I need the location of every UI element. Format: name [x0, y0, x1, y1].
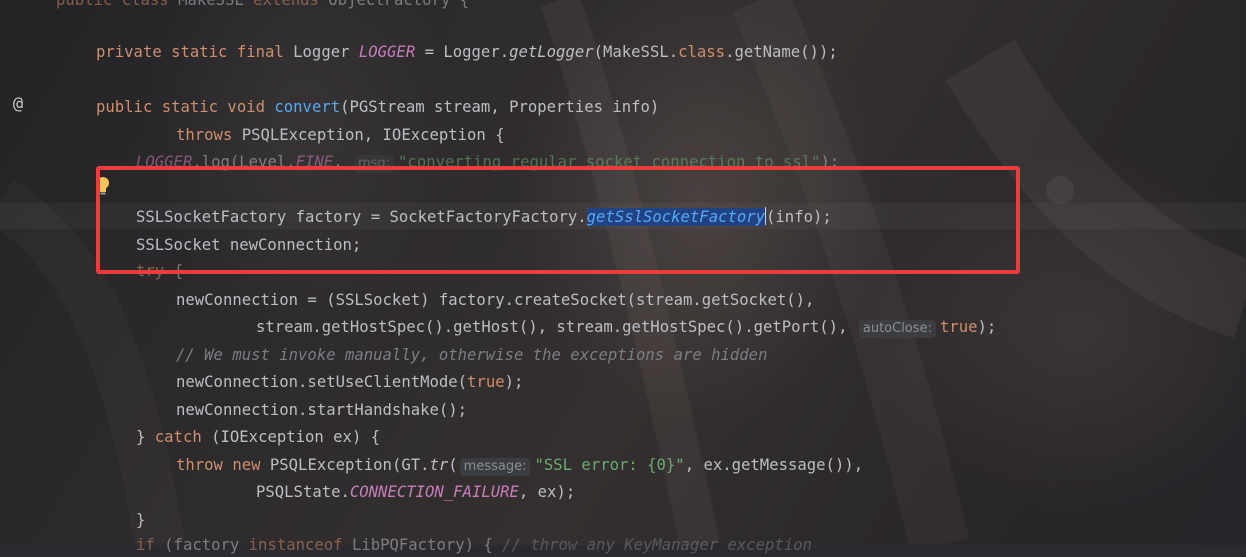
code-token: = Logger. — [415, 43, 510, 61]
parameter-hint: message: — [459, 458, 531, 476]
code-token: newConnection.startHandshake(); — [176, 401, 468, 419]
code-line[interactable]: stream.getHostSpec().getHost(), stream.g… — [256, 315, 996, 339]
code-token: stream.getHostSpec().getHost(), stream.g… — [256, 318, 857, 336]
code-token: throws — [176, 126, 242, 144]
code-token: LOGGER — [358, 43, 416, 61]
code-token: ); — [504, 373, 524, 391]
code-token: class — [678, 43, 726, 61]
code-token: PSQLException, IOException { — [241, 126, 505, 144]
code-token: } — [136, 511, 146, 529]
code-token: public static void — [96, 98, 275, 116]
code-token: throw new — [176, 456, 270, 474]
code-token: if — [136, 536, 165, 554]
code-line[interactable]: public class MakeSSL extends ObjectFacto… — [56, 0, 469, 12]
code-token: (PGStream stream, Properties info) — [340, 98, 660, 116]
code-token: private static final — [96, 43, 294, 61]
code-token: public class — [56, 0, 179, 9]
code-token: .getName()); — [725, 43, 838, 61]
code-line[interactable]: PSQLState.CONNECTION_FAILURE, ex); — [256, 480, 575, 504]
code-token: extends — [253, 0, 329, 9]
code-line[interactable]: throws PSQLException, IOException { — [176, 123, 505, 147]
code-token: ObjectFactory { — [328, 0, 470, 9]
code-line[interactable]: newConnection.startHandshake(); — [176, 398, 467, 422]
code-token: MakeSSL — [178, 0, 254, 9]
code-token: ( — [448, 456, 458, 474]
code-token: getLogger — [509, 43, 594, 61]
code-line[interactable]: } catch (IOException ex) { — [136, 425, 380, 449]
code-line[interactable]: private static final Logger LOGGER = Log… — [96, 40, 838, 64]
code-line[interactable]: newConnection.setUseClientMode(true); — [176, 370, 523, 394]
code-token: "SSL error: {0}" — [534, 456, 685, 474]
code-token: LibPQFactory) { — [351, 536, 503, 554]
code-token: , ex); — [518, 483, 576, 501]
code-line[interactable]: // We must invoke manually, otherwise th… — [176, 343, 767, 367]
code-line[interactable]: if (factory instanceof LibPQFactory) { /… — [136, 533, 812, 557]
code-line[interactable]: throw new PSQLException(GT.tr(message: "S… — [176, 453, 863, 477]
code-line[interactable]: public static void convert(PGStream stre… — [96, 95, 659, 119]
code-token: true — [467, 373, 505, 391]
code-token: newConnection = (SSLSocket) factory.crea… — [176, 291, 815, 309]
code-token: PSQLException(GT. — [269, 456, 430, 474]
code-token: (factory — [164, 536, 249, 554]
code-line[interactable]: newConnection = (SSLSocket) factory.crea… — [176, 288, 814, 312]
code-token: CONNECTION_FAILURE — [349, 483, 519, 501]
code-token: } — [136, 428, 155, 446]
code-token: , ex.getMessage()), — [684, 456, 864, 474]
code-token: true — [939, 318, 978, 336]
code-token: convert — [274, 98, 341, 116]
code-token: (IOException ex) { — [211, 428, 381, 446]
code-token: Logger — [293, 43, 359, 61]
code-token: tr — [429, 456, 449, 474]
code-token: instanceof — [248, 536, 352, 554]
annotation-highlight-box — [96, 166, 1020, 274]
code-token: // throw any KeyManager exception — [502, 536, 812, 554]
code-token: ); — [977, 318, 997, 336]
code-line[interactable]: } — [136, 508, 145, 532]
code-token: PSQLState. — [256, 483, 350, 501]
code-token: newConnection.setUseClientMode( — [176, 373, 468, 391]
code-token: catch — [154, 428, 212, 446]
code-token: (MakeSSL. — [593, 43, 679, 61]
parameter-hint: autoClose: — [858, 320, 936, 338]
code-token: // We must invoke manually, otherwise th… — [176, 346, 768, 364]
